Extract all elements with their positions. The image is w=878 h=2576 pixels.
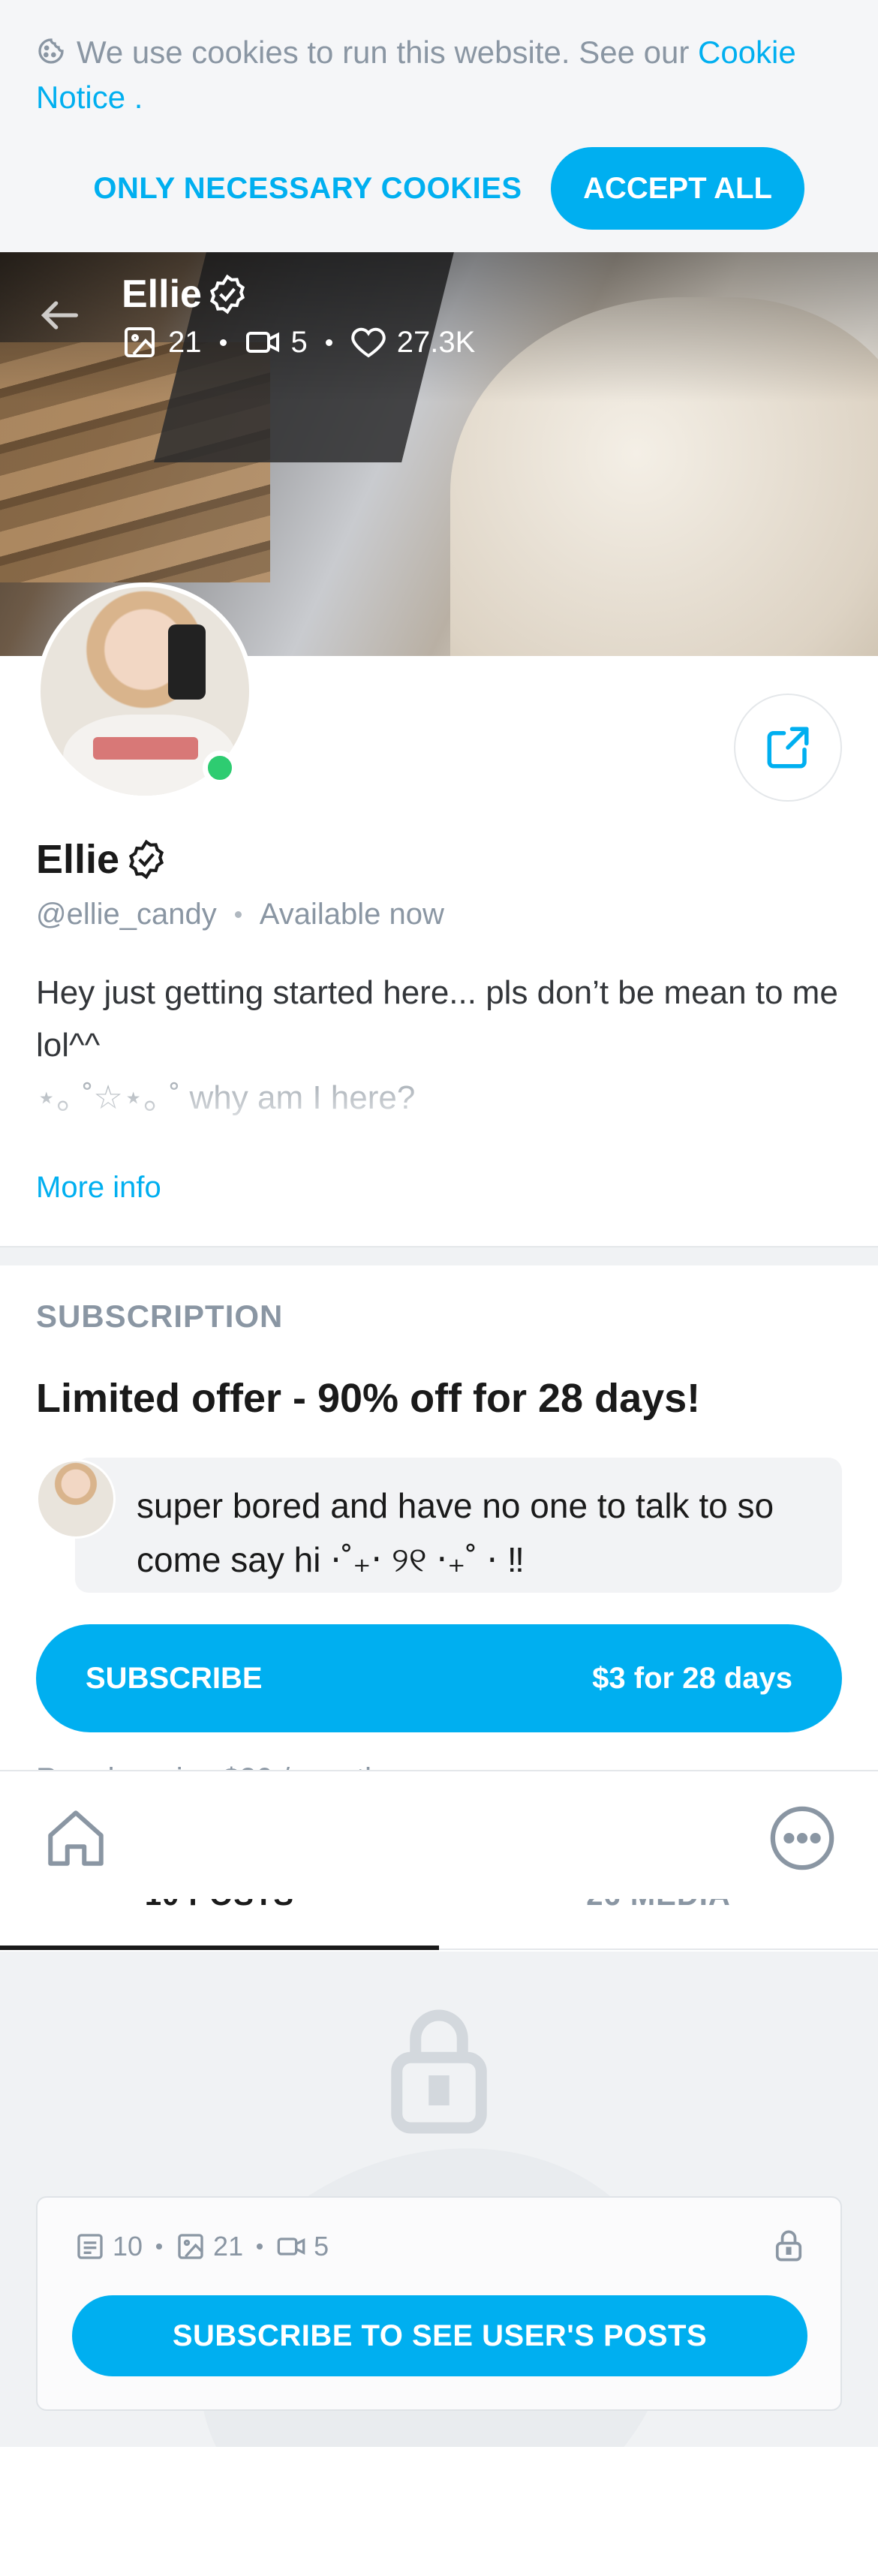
regular-price: Regular price $30 / month (36, 1756, 381, 1771)
subscribe-button[interactable]: SUBSCRIBE $3 for 28 days (36, 1624, 842, 1732)
verified-badge-icon (209, 274, 245, 314)
stats-separator (325, 339, 332, 346)
stats-separator (257, 2243, 263, 2249)
cookie-banner: We use cookies to run this website. See … (0, 0, 878, 252)
locked-posts-card: 10 21 5 SUBSCRIBE TO SEE USER'S POSTS (36, 2196, 842, 2411)
header-stats: 21 5 27.3K (122, 324, 475, 360)
locked-posts-count: 10 (113, 2231, 143, 2262)
cookie-text: We use cookies to run this website. See … (36, 30, 846, 120)
accept-all-cookies-button[interactable]: ACCEPT ALL (551, 147, 804, 230)
video-icon (277, 2237, 305, 2256)
post-icon (77, 2234, 103, 2259)
handle-separator (234, 911, 242, 918)
more-info-link[interactable]: More info (36, 1171, 161, 1205)
header-name: Ellie (122, 272, 248, 317)
home-icon[interactable] (42, 1804, 110, 1872)
locked-posts-section: 10 21 5 SUBSCRIBE TO SEE USER'S POSTS (0, 1952, 878, 2447)
heart-icon (351, 327, 386, 358)
header-name-text: Ellie (122, 272, 202, 316)
locked-stats: 10 21 5 (75, 2231, 329, 2262)
profile-handle: @ellie_candy (36, 898, 217, 931)
creator-message: super bored and have no one to talk to s… (75, 1458, 842, 1593)
cookie-message: We use cookies to run this website. See … (77, 35, 690, 70)
availability-status: Available now (259, 898, 444, 931)
online-status-dot (203, 751, 237, 785)
subscribe-price: $3 for 28 days (592, 1661, 792, 1695)
lock-icon (391, 2009, 487, 2134)
profile-name: Ellie (36, 836, 167, 883)
cookie-period: . (134, 80, 143, 115)
header-photos-count: 21 (168, 325, 202, 359)
locked-photos-count: 21 (213, 2231, 244, 2262)
share-icon (767, 727, 809, 769)
cookie-icon (38, 38, 64, 64)
verified-badge-icon (129, 839, 164, 880)
section-divider (0, 1246, 878, 1265)
bottom-navigation (0, 1770, 878, 1899)
subscription-label: SUBSCRIPTION (36, 1299, 284, 1334)
avatar-shirt-print (93, 737, 198, 760)
header-videos-count: 5 (290, 325, 308, 359)
subscribe-to-see-posts-button[interactable]: SUBSCRIBE TO SEE USER'S POSTS (72, 2295, 807, 2376)
stats-separator (219, 339, 227, 346)
back-arrow-icon[interactable] (36, 291, 84, 339)
more-options-icon[interactable] (767, 1803, 837, 1873)
video-icon (245, 332, 279, 353)
bio-fade-mask (0, 1081, 878, 1163)
locked-videos-count: 5 (314, 2231, 329, 2262)
stats-separator (156, 2243, 163, 2249)
handle-row: @ellie_candy Available now (36, 898, 444, 931)
small-lock-icon (775, 2230, 802, 2262)
share-button[interactable] (734, 694, 842, 802)
bio-line-1: Hey just getting started here... pls don… (36, 974, 838, 1064)
avatar-phone (168, 624, 206, 700)
profile-name-text: Ellie (36, 837, 120, 882)
header-likes-count: 27.3K (396, 325, 476, 359)
offer-title: Limited offer - 90% off for 28 days! (36, 1376, 701, 1421)
subscribe-label: SUBSCRIBE (86, 1661, 263, 1695)
image-icon (125, 327, 155, 357)
image-icon (178, 2234, 203, 2259)
only-necessary-cookies-button[interactable]: ONLY NECESSARY COOKIES (83, 147, 533, 230)
message-avatar (36, 1459, 116, 1539)
